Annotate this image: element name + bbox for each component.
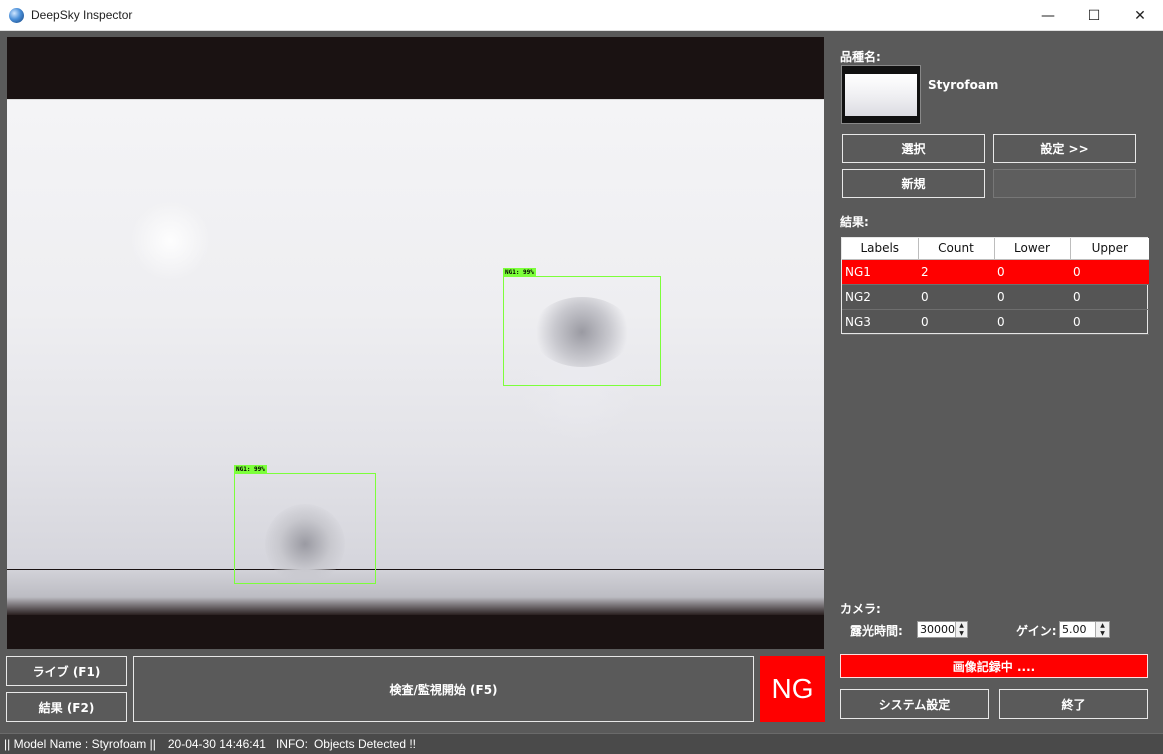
select-product-button[interactable]: 選択 — [842, 134, 985, 163]
product-thumbnail-image — [845, 74, 917, 116]
gain-value[interactable]: 5.00 — [1060, 623, 1095, 636]
minimize-button[interactable]: — — [1025, 0, 1071, 31]
inspection-image-edge — [7, 570, 824, 615]
table-row[interactable]: NG1 2 0 0 — [842, 259, 1149, 285]
spin-up-icon[interactable]: ▲ — [1096, 622, 1109, 630]
exposure-value[interactable]: 30000 — [918, 623, 955, 636]
row-count: 2 — [918, 259, 994, 285]
gain-spinner[interactable]: 5.00 ▲ ▼ — [1059, 621, 1110, 638]
status-bar: || Model Name : Styrofoam || 20-04-30 14… — [0, 733, 1163, 754]
camera-view: NG1: 99% NG1: 99% — [7, 37, 824, 649]
product-section-label: 品種名: — [840, 50, 881, 64]
row-label: NG1 — [842, 259, 918, 285]
camera-section-label: カメラ: — [840, 602, 881, 616]
column-header-labels[interactable]: Labels — [842, 238, 919, 260]
status-info-label: INFO: — [275, 737, 308, 751]
row-label: NG2 — [842, 284, 918, 310]
column-header-upper[interactable]: Upper — [1070, 238, 1149, 260]
status-model: || Model Name : Styrofoam || — [4, 737, 156, 751]
row-upper: 0 — [1070, 309, 1149, 335]
judgement-badge: NG — [760, 656, 825, 722]
exposure-spinner[interactable]: 30000 ▲ ▼ — [917, 621, 968, 638]
row-lower: 0 — [994, 259, 1070, 285]
globe-icon — [9, 8, 24, 23]
empty-button — [993, 169, 1136, 198]
recording-status: 画像記録中 .... — [840, 654, 1148, 678]
new-product-button[interactable]: 新規 — [842, 169, 985, 198]
window-title: DeepSky Inspector — [31, 8, 133, 22]
column-header-lower[interactable]: Lower — [994, 238, 1071, 260]
column-header-count[interactable]: Count — [918, 238, 995, 260]
row-upper: 0 — [1070, 259, 1149, 285]
detection-box: NG1: 99% — [503, 268, 661, 386]
detection-label: NG1: 99% — [234, 465, 267, 474]
product-settings-button[interactable]: 設定 >> — [993, 134, 1136, 163]
close-button[interactable]: ✕ — [1117, 0, 1163, 31]
results-section-label: 結果: — [840, 215, 869, 229]
system-settings-button[interactable]: システム設定 — [840, 689, 989, 719]
result-button[interactable]: 結果 (F2) — [6, 692, 127, 722]
status-info-message: Objects Detected !! — [313, 737, 416, 751]
status-timestamp: 20-04-30 14:46:41 — [167, 737, 266, 751]
row-label: NG3 — [842, 309, 918, 335]
inspection-image — [7, 99, 824, 615]
exposure-label: 露光時間: — [850, 624, 903, 638]
results-table: Labels Count Lower Upper NG1 2 0 0 NG2 0… — [841, 237, 1149, 335]
table-header-row: Labels Count Lower Upper — [842, 238, 1149, 260]
spin-down-icon[interactable]: ▼ — [956, 630, 967, 638]
gain-label: ゲイン: — [1016, 624, 1057, 638]
row-count: 0 — [918, 309, 994, 335]
exit-button[interactable]: 終了 — [999, 689, 1148, 719]
exposure-arrows[interactable]: ▲ ▼ — [955, 622, 967, 637]
product-name: Styrofoam — [928, 78, 999, 92]
live-button[interactable]: ライブ (F1) — [6, 656, 127, 686]
app-window: DeepSky Inspector — ☐ ✕ NG1: 99% NG1: 99… — [0, 0, 1163, 754]
row-upper: 0 — [1070, 284, 1149, 310]
title-bar: DeepSky Inspector — ☐ ✕ — [0, 0, 1163, 31]
spin-down-icon[interactable]: ▼ — [1096, 630, 1109, 638]
start-inspection-button[interactable]: 検査/監視開始 (F5) — [133, 656, 754, 722]
defect-area — [265, 504, 345, 584]
row-lower: 0 — [994, 284, 1070, 310]
detection-label: NG1: 99% — [503, 268, 536, 277]
gain-arrows[interactable]: ▲ ▼ — [1095, 622, 1109, 637]
detection-box: NG1: 99% — [234, 465, 376, 584]
table-row[interactable]: NG2 0 0 0 — [842, 284, 1149, 310]
row-lower: 0 — [994, 309, 1070, 335]
defect-area — [532, 297, 632, 367]
maximize-button[interactable]: ☐ — [1071, 0, 1117, 31]
table-row[interactable]: NG3 0 0 0 — [842, 309, 1149, 335]
product-thumbnail — [841, 65, 921, 124]
row-count: 0 — [918, 284, 994, 310]
spin-up-icon[interactable]: ▲ — [956, 622, 967, 630]
